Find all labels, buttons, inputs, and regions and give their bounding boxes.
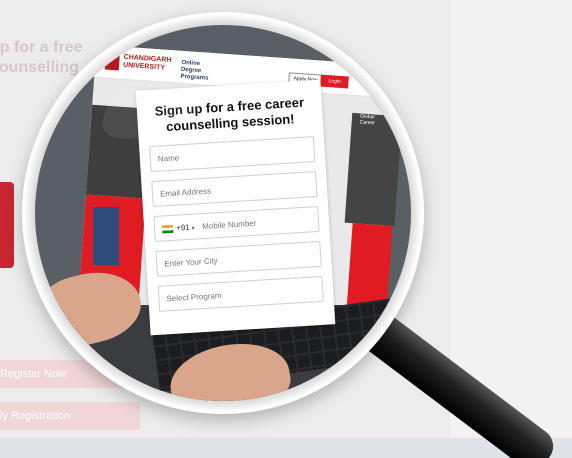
magnifier-lens: CHANDIGARH UNIVERSITY Online Degree Prog… [35,25,411,401]
country-code[interactable]: +91 [176,223,190,233]
background-registration-button: ly Registration [0,402,140,430]
city-field[interactable]: Enter Your City [155,240,322,277]
screen-dark-panel-right [344,112,403,227]
screen-side-note: Global Career [359,113,376,127]
mobile-placeholder: Mobile Number [201,218,257,232]
bottom-strip [0,438,572,458]
india-flag-icon [161,224,174,234]
background-red-block [0,182,14,268]
chevron-down-icon[interactable]: ▾ [192,226,195,232]
mobile-field[interactable]: +91 ▾ Mobile Number [153,205,320,242]
sleeve [93,207,119,265]
scene: up for a free counselling Register Now l… [0,0,572,458]
login-button[interactable]: Login [320,74,350,89]
program-select[interactable]: Select Program [157,275,324,312]
university-logo-icon [104,53,120,71]
name-field[interactable]: Name [149,136,316,173]
email-field[interactable]: Email Address [151,171,318,208]
